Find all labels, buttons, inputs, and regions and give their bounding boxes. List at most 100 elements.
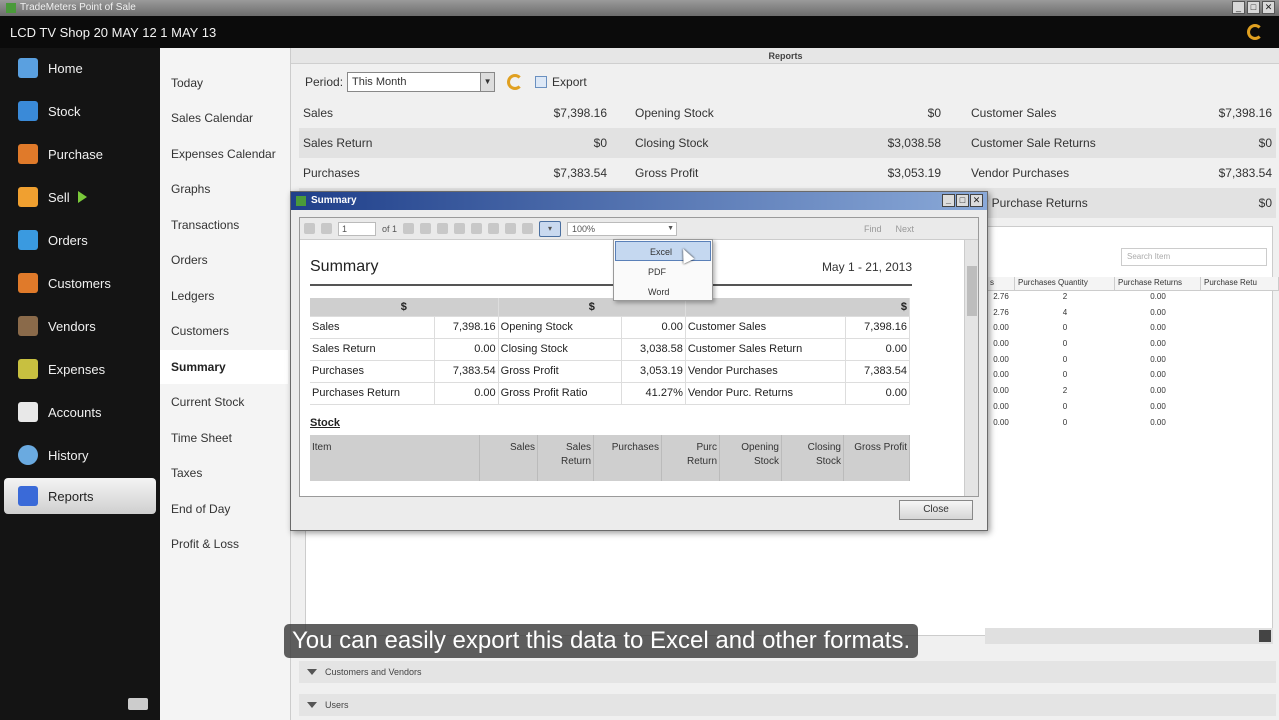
cell: 0.00 [434,338,499,361]
minimize-button[interactable]: _ [1232,1,1245,14]
dialog-close-button[interactable]: ✕ [970,194,983,207]
col-header[interactable]: Purchases Quantity [1015,277,1115,290]
cell: Customer Sales [685,316,846,339]
find-button[interactable]: Find [864,224,882,234]
last-page-icon[interactable] [420,223,432,234]
cell: 0.00 [1150,370,1166,380]
submenu-profit-loss[interactable]: Profit & Loss [160,527,288,561]
nav-orders[interactable]: Orders [4,222,156,258]
submenu-customers[interactable]: Customers [160,314,288,348]
export-excel-item[interactable]: Excel [615,241,711,261]
refresh-icon[interactable] [1247,24,1263,40]
submenu-graphs[interactable]: Graphs [160,172,288,206]
export-word-item[interactable]: Word [614,282,712,302]
nav-home[interactable]: Home [4,50,156,86]
nav-accounts[interactable]: Accounts [4,394,156,430]
submenu-sales-calendar[interactable]: Sales Calendar [160,101,288,135]
submenu-today[interactable]: Today [160,66,288,100]
nav-label: Customers [48,275,111,291]
video-subtitle: You can easily export this data to Excel… [284,624,919,658]
window-titlebar: TradeMeters Point of Sale _ □ ✕ [0,0,1279,16]
nav-customers[interactable]: Customers [4,265,156,301]
nav-expenses[interactable]: Expenses [4,351,156,387]
print-icon[interactable] [488,223,500,234]
close-window-button[interactable]: ✕ [1262,1,1275,14]
shop-bar: LCD TV Shop 20 MAY 12 1 MAY 13 [0,16,1279,48]
stat-value: $3,038.58 [887,136,941,150]
cell: 7,398.16 [845,316,911,339]
section-users[interactable]: Users [299,694,1276,716]
close-button[interactable]: Close [899,500,973,520]
scroll-thumb[interactable] [967,266,977,316]
page-setup-icon[interactable] [522,223,534,234]
period-select[interactable]: This Month ▼ [347,72,496,92]
printer-icon[interactable] [128,698,148,710]
dialog-maximize-button[interactable]: □ [956,194,969,207]
viewer-toolbar: 1 of 1 ▾ 100% ▼ Find Next [300,218,978,240]
export-label: Export [552,75,587,89]
page-input[interactable]: 1 [338,221,376,236]
cell: 0.00 [993,417,1009,427]
maximize-button[interactable]: □ [1247,1,1260,14]
section-customers-vendors[interactable]: Customers and Vendors [299,661,1276,683]
table-row[interactable]: 0.00 0 0.00 [987,401,1279,417]
nav-history[interactable]: History [4,437,156,473]
nav-sell[interactable]: Sell [4,179,156,215]
table-row[interactable]: 2.76 2 0.00 [987,291,1279,307]
prev-page-icon[interactable] [321,223,332,234]
table-row[interactable]: 2.76 4 0.00 [987,307,1279,323]
nav-stock[interactable]: Stock [4,93,156,129]
dialog-minimize-button[interactable]: _ [942,194,955,207]
table-row[interactable]: 0.00 0 0.00 [987,322,1279,338]
submenu-end-of-day[interactable]: End of Day [160,492,288,526]
next-button[interactable]: Next [895,224,914,234]
cell: 0 [1062,323,1068,333]
submenu-transactions[interactable]: Transactions [160,208,288,242]
refresh-report-icon[interactable] [507,74,524,90]
stats-row: Sales Return $0 Closing Stock $3,038.58 Cu… [299,128,1276,158]
first-page-icon[interactable] [304,223,315,234]
back-icon[interactable] [437,223,449,234]
submenu-current-stock[interactable]: Current Stock [160,385,288,419]
submenu-orders[interactable]: Orders [160,243,288,277]
cell: 0.00 [845,338,911,361]
submenu-taxes[interactable]: Taxes [160,456,288,490]
submenu-expenses-calendar[interactable]: Expenses Calendar [160,137,288,171]
table-row[interactable]: 0.00 0 0.00 [987,338,1279,354]
table-row[interactable]: 0.00 0 0.00 [987,369,1279,385]
vertical-scrollbar[interactable] [964,240,978,496]
cell: Sales Return [310,338,435,361]
refresh-icon[interactable] [471,223,483,234]
zoom-select[interactable]: 100% ▼ [567,221,678,236]
submenu-time-sheet[interactable]: Time Sheet [160,421,288,455]
submenu-ledgers[interactable]: Ledgers [160,279,288,313]
dialog-titlebar: Summary _ □ ✕ [291,192,987,210]
stat-value: $0 [593,136,607,150]
nav-reports[interactable]: Reports [4,478,156,514]
report-date: May 1 - 21, 2013 [821,260,912,274]
nav-vendors[interactable]: Vendors [4,308,156,344]
col-header: Closing Stock [782,434,844,481]
col-header[interactable]: Purchase Retu [1201,277,1279,290]
table-row: Sales 7,398.16 Opening Stock 0.00 Customer S… [310,316,911,339]
next-page-icon[interactable] [403,223,415,234]
col-header[interactable]: Purchase Returns [1115,277,1201,290]
nav-purchase[interactable]: Purchase [4,136,156,172]
scroll-right-icon[interactable] [1259,630,1271,642]
stop-icon[interactable] [454,223,466,234]
table-row[interactable]: 0.00 0 0.00 [987,417,1279,433]
table-row[interactable]: 0.00 2 0.00 [987,385,1279,401]
cell: 0.00 [621,316,686,339]
table-row[interactable]: 0.00 0 0.00 [987,354,1279,370]
horizontal-scrollbar[interactable] [985,628,1273,644]
search-input[interactable]: Search Item [1121,248,1267,266]
export-button[interactable]: Export [535,75,587,89]
export-dropdown-button[interactable]: ▾ [539,220,562,237]
cell: 0.00 [993,354,1009,364]
export-pdf-item[interactable]: PDF [614,262,712,282]
purchase-basket-icon [18,144,38,164]
col-header[interactable]: s [987,277,1015,290]
cell: Closing Stock [498,338,622,361]
submenu-summary[interactable]: Summary [160,350,288,384]
print-layout-icon[interactable] [505,223,517,234]
